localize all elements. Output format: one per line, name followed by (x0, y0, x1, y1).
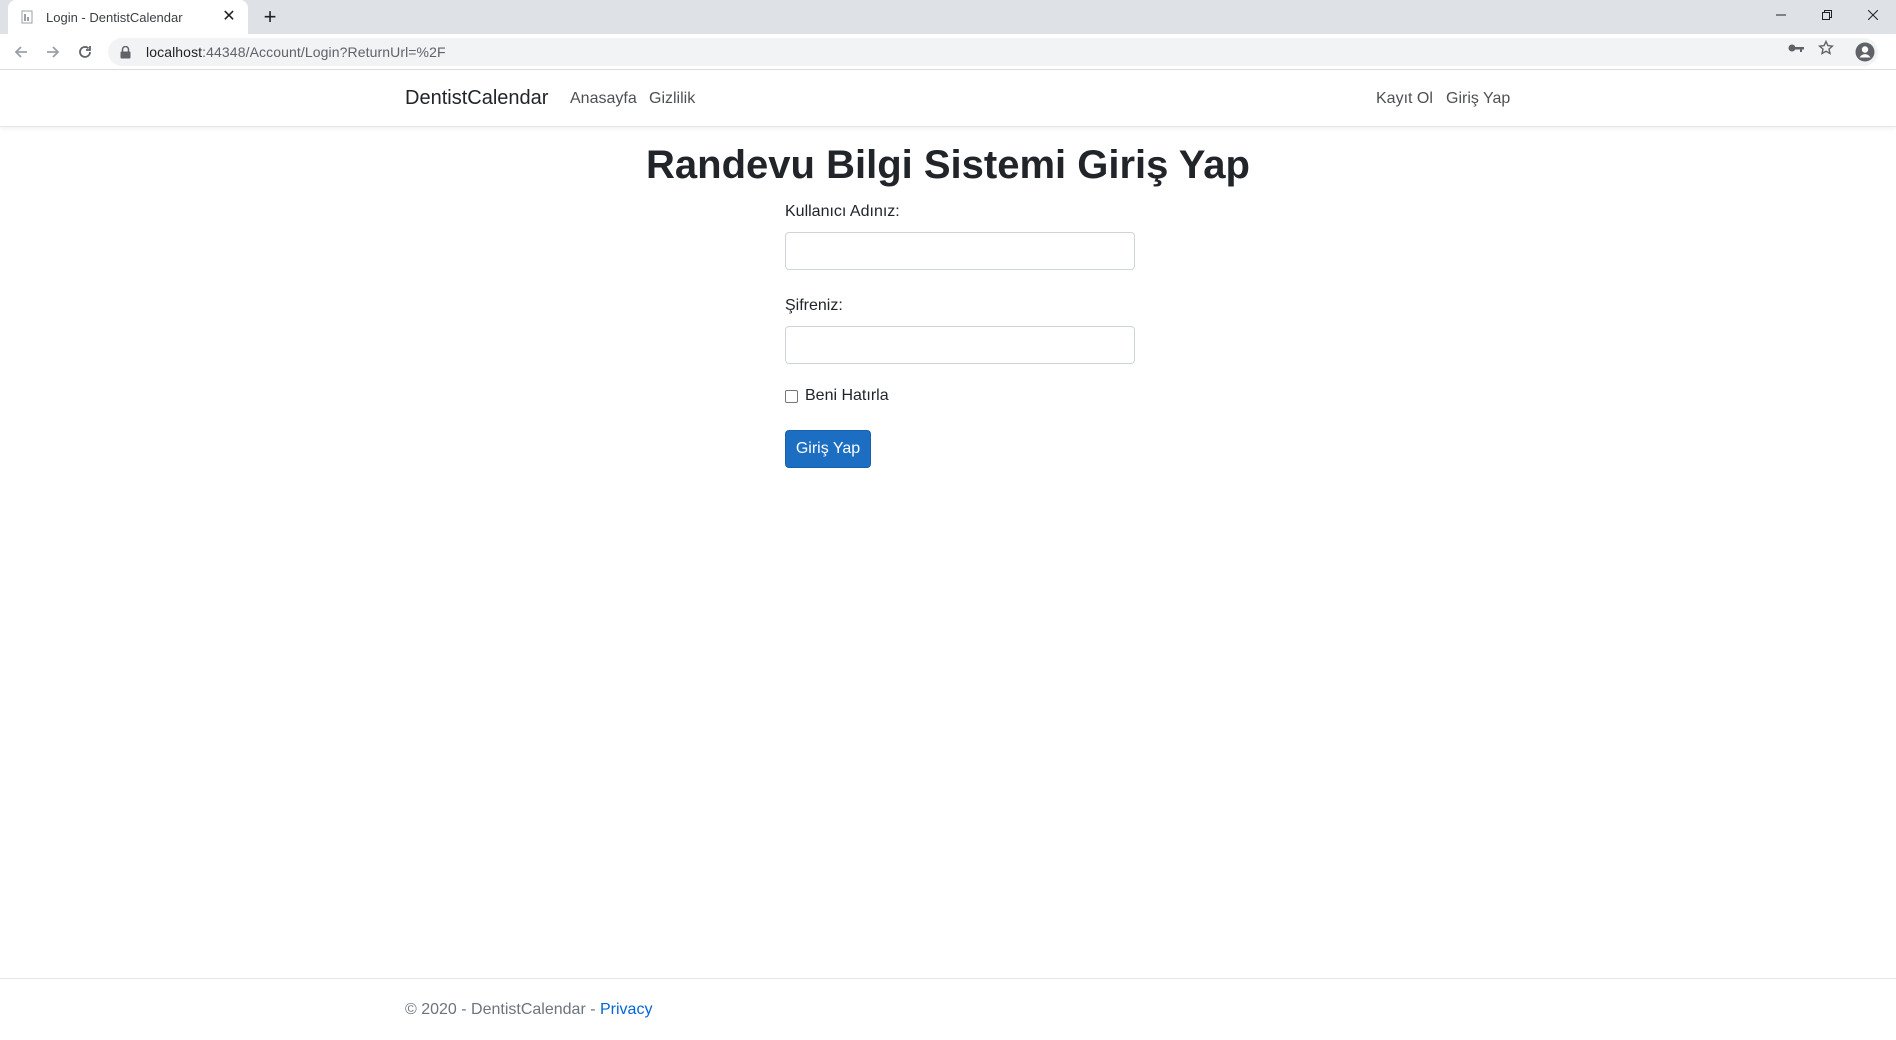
nav-link-register[interactable]: Kayıt Ol (1376, 90, 1433, 108)
bookmark-star-icon[interactable] (1816, 38, 1836, 58)
brand-link[interactable]: DentistCalendar (405, 87, 548, 110)
tab-title: Login - DentistCalendar (46, 9, 183, 25)
username-group: Kullanıcı Adınız: (785, 200, 1135, 270)
forward-arrow-icon[interactable] (40, 39, 66, 65)
privacy-link[interactable]: Privacy (600, 1001, 652, 1018)
address-bar[interactable]: localhost:44348/Account/Login?ReturnUrl=… (108, 38, 1878, 66)
username-input[interactable] (785, 232, 1135, 270)
remember-me-row: Beni Hatırla (785, 384, 1135, 408)
username-label: Kullanıcı Adınız: (785, 203, 900, 220)
nav-link-anasayfa[interactable]: Anasayfa (570, 90, 637, 108)
remember-me-checkbox[interactable] (785, 389, 798, 403)
restore-icon[interactable] (1804, 0, 1850, 30)
nav-link-login[interactable]: Giriş Yap (1446, 90, 1510, 108)
close-tab-icon[interactable]: ✕ (220, 8, 238, 26)
page-title: Randevu Bilgi Sistemi Giriş Yap (646, 143, 1250, 187)
omnibox-actions (1786, 38, 1836, 58)
reload-icon[interactable] (72, 39, 98, 65)
url-path: :44348/Account/Login?ReturnUrl=%2F (202, 44, 446, 60)
password-group: Şifreniz: (785, 294, 1135, 364)
nav-link-gizlilik[interactable]: Gizlilik (649, 90, 695, 108)
browser-tab[interactable]: Login - DentistCalendar ✕ (8, 0, 248, 34)
password-input[interactable] (785, 326, 1135, 364)
new-tab-icon[interactable]: + (258, 5, 282, 29)
copyright-text: © 2020 - DentistCalendar - (405, 1001, 600, 1018)
remember-me-label[interactable]: Beni Hatırla (805, 387, 889, 405)
site-navbar: DentistCalendar Anasayfa Gizlilik Kayıt … (0, 71, 1896, 127)
page-favicon-icon (20, 9, 36, 25)
back-arrow-icon[interactable] (8, 39, 34, 65)
login-submit-button[interactable]: Giriş Yap (785, 430, 871, 468)
url-host: localhost (146, 44, 203, 60)
password-label: Şifreniz: (785, 297, 843, 314)
lock-icon (120, 45, 134, 59)
browser-toolbar: localhost:44348/Account/Login?ReturnUrl=… (0, 34, 1896, 70)
profile-avatar-icon[interactable] (1852, 39, 1878, 65)
footer-text: © 2020 - DentistCalendar - Privacy (405, 1001, 652, 1019)
window-controls (1758, 0, 1896, 30)
key-icon[interactable] (1786, 38, 1806, 58)
login-form: Kullanıcı Adınız: Şifreniz: Beni Hatırla… (785, 200, 1135, 468)
site-footer: © 2020 - DentistCalendar - Privacy (0, 978, 1896, 1040)
minimize-icon[interactable] (1758, 0, 1804, 30)
close-window-icon[interactable] (1850, 0, 1896, 30)
url-text: localhost:44348/Account/Login?ReturnUrl=… (146, 44, 446, 60)
browser-tabstrip: Login - DentistCalendar ✕ + (0, 0, 1896, 34)
